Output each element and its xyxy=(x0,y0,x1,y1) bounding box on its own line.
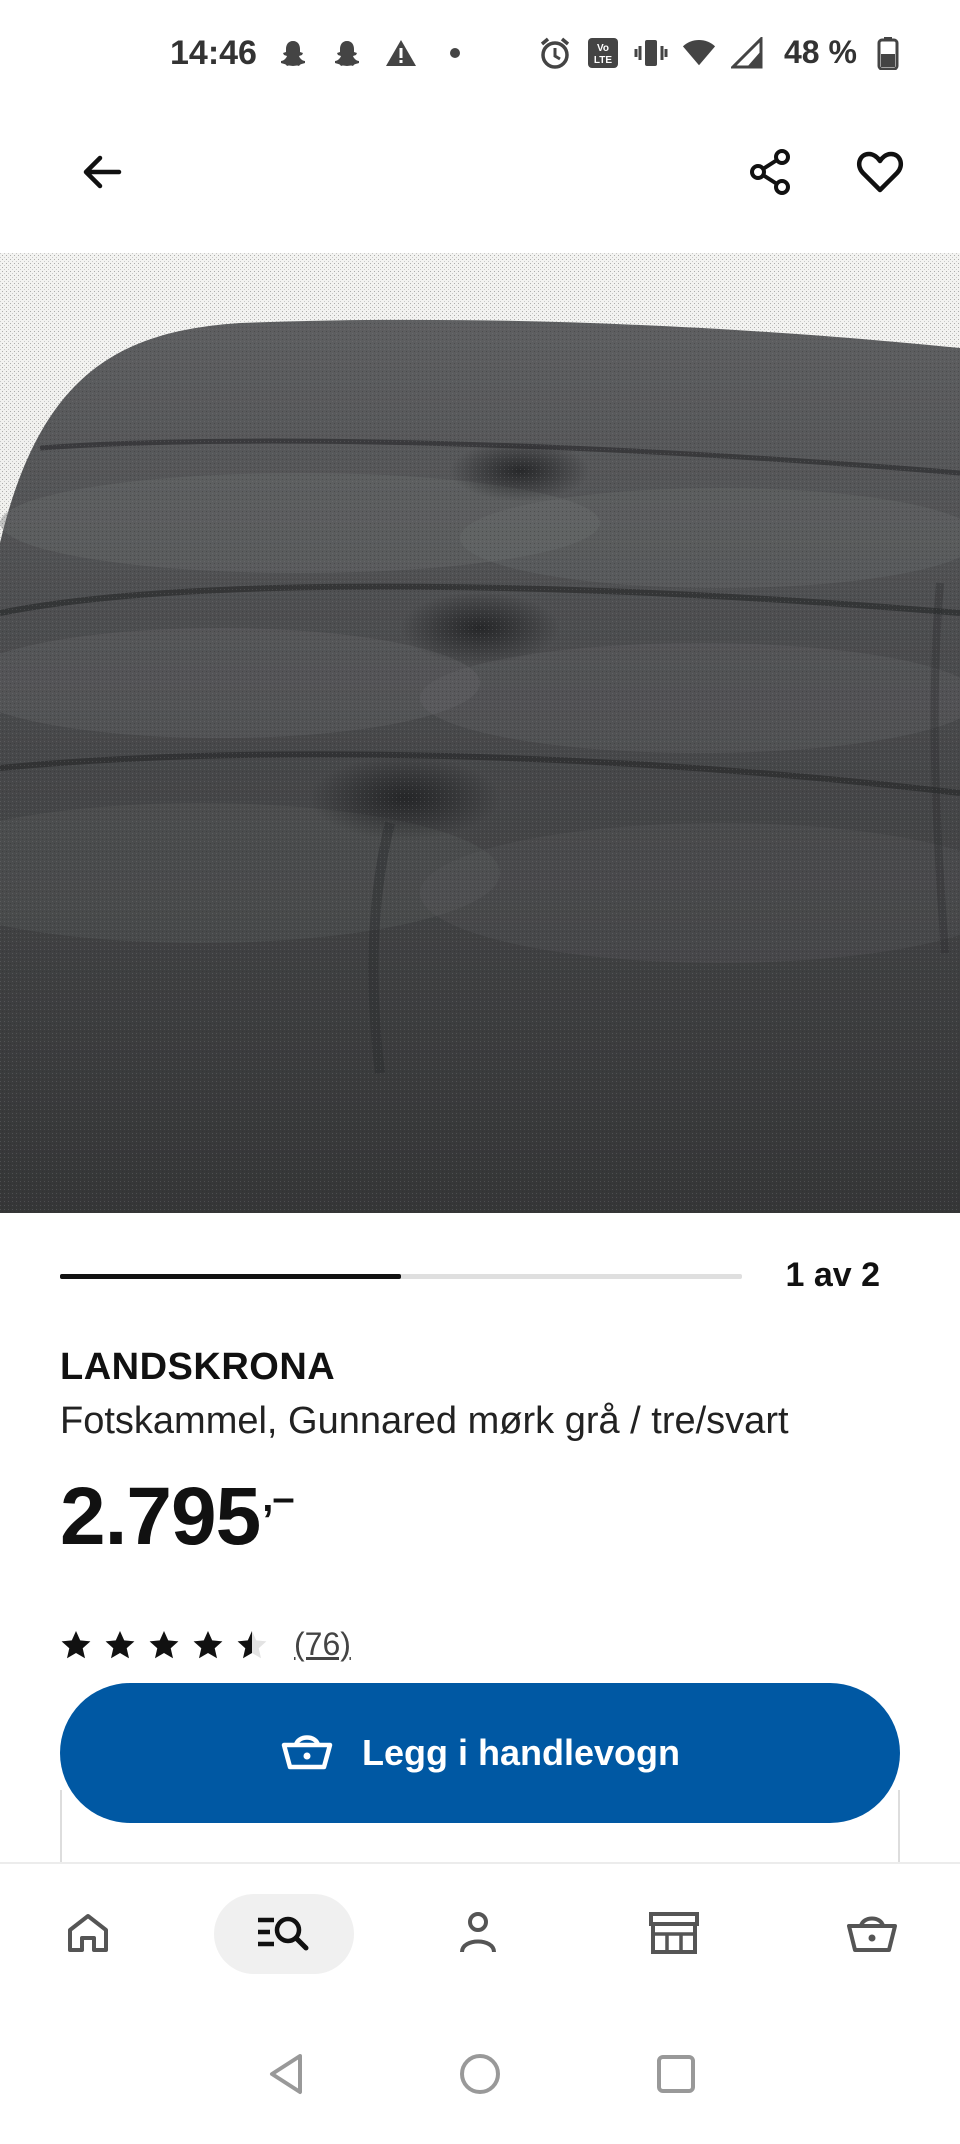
status-bar: 14:46 Vo LTE 48 % xyxy=(0,0,960,110)
system-recents-button[interactable] xyxy=(646,2046,706,2106)
star-half-icon xyxy=(237,1630,267,1658)
search-list-icon xyxy=(254,1908,314,1961)
carousel-progress xyxy=(60,1274,742,1279)
product-name: LANDSKRONA xyxy=(60,1346,336,1388)
price-suffix: ,– xyxy=(262,1476,294,1520)
star-full-icon xyxy=(149,1630,179,1658)
volte-icon: Vo LTE xyxy=(586,36,620,70)
product-description: Fotskammel, Gunnared mørk grå / tre/svar… xyxy=(60,1400,789,1442)
heart-icon xyxy=(855,147,905,202)
nav-cart[interactable] xyxy=(832,1894,912,1974)
carousel-counter: 1 av 2 xyxy=(785,1256,880,1294)
favorite-button[interactable] xyxy=(840,134,920,214)
nav-profile[interactable] xyxy=(438,1894,518,1974)
dot-icon xyxy=(438,36,472,70)
back-button[interactable] xyxy=(62,134,142,214)
svg-text:LTE: LTE xyxy=(594,55,612,66)
basket-icon xyxy=(845,1908,899,1961)
rating-stars xyxy=(60,1629,268,1661)
product-price: 2.795 ,– xyxy=(60,1470,295,1564)
alarm-icon xyxy=(538,36,572,70)
star-full-icon xyxy=(193,1630,223,1658)
product-image[interactable] xyxy=(0,253,960,1213)
top-app-bar xyxy=(0,110,960,252)
star-full-icon xyxy=(61,1630,91,1658)
home-circle-icon xyxy=(458,2052,502,2101)
system-back-button[interactable] xyxy=(256,2046,316,2106)
carousel-progress-fill xyxy=(60,1274,401,1279)
share-button[interactable] xyxy=(730,134,810,214)
system-home-button[interactable] xyxy=(450,2046,510,2106)
signal-icon xyxy=(730,36,764,70)
store-icon xyxy=(647,1908,701,1961)
svg-text:Vo: Vo xyxy=(597,43,609,54)
battery-percent: 48 % xyxy=(784,34,857,70)
review-count-link[interactable]: (76) xyxy=(294,1626,351,1663)
wifi-icon xyxy=(682,36,716,70)
vibrate-icon xyxy=(634,36,668,70)
nav-home[interactable] xyxy=(48,1894,128,1974)
home-icon xyxy=(64,1908,112,1961)
product-rating[interactable]: (76) xyxy=(60,1626,351,1663)
basket-icon xyxy=(280,1729,334,1778)
price-value: 2.795 xyxy=(60,1471,261,1562)
arrow-left-icon xyxy=(79,149,125,200)
nav-search[interactable] xyxy=(214,1894,354,1974)
star-full-icon xyxy=(105,1630,135,1658)
bottom-navigation xyxy=(0,1862,960,2002)
add-to-cart-button[interactable]: Legg i handlevogn xyxy=(60,1683,900,1823)
snapchat-icon xyxy=(276,36,310,70)
status-time: 14:46 xyxy=(170,34,257,72)
battery-icon xyxy=(871,36,905,70)
recents-square-icon xyxy=(655,2053,697,2100)
back-triangle-icon xyxy=(266,2052,306,2101)
snapchat-icon xyxy=(330,36,364,70)
footstool-photo xyxy=(0,253,960,1213)
profile-icon xyxy=(454,1908,502,1961)
share-icon xyxy=(745,147,795,202)
system-status-icons: Vo LTE 48 % xyxy=(538,34,905,71)
add-to-cart-label: Legg i handlevogn xyxy=(361,1732,680,1773)
nav-stores[interactable] xyxy=(634,1894,714,1974)
system-navigation-bar xyxy=(0,2002,960,2144)
notification-icons xyxy=(276,36,472,70)
warning-icon xyxy=(384,36,418,70)
